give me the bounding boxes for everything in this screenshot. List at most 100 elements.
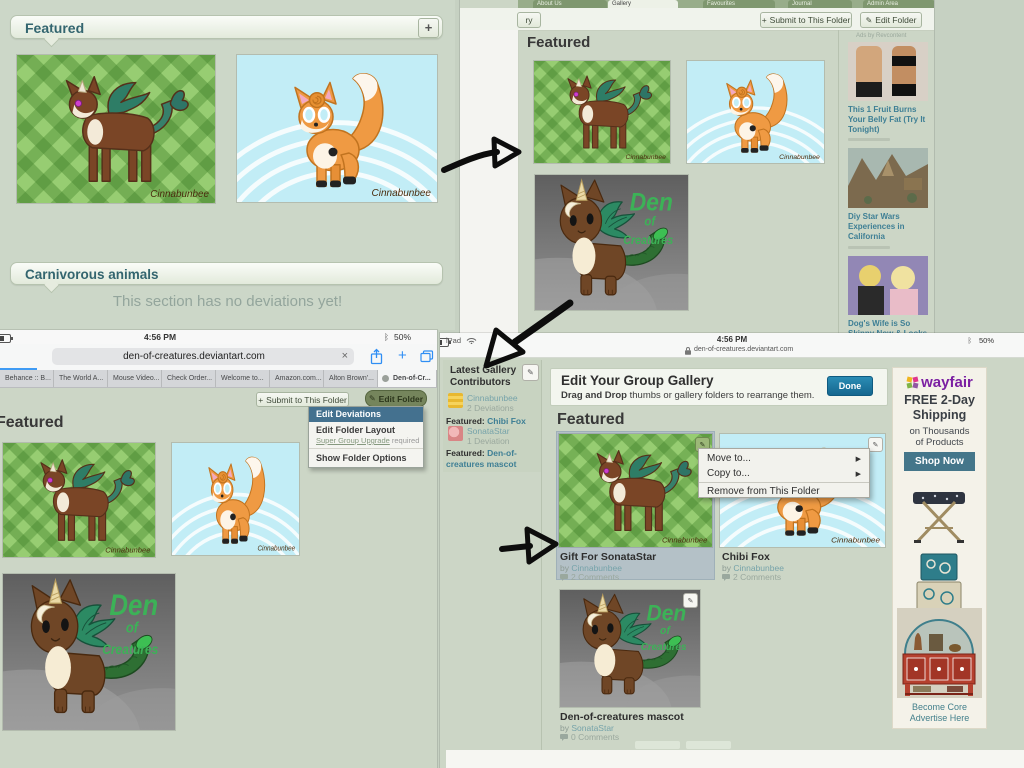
screenshot-top-right: About Us Gallery Favourites Journal Admi… [460, 0, 934, 345]
menu-item-move-to[interactable]: Move to... ▶ [699, 451, 869, 466]
add-folder-button[interactable]: + [418, 18, 439, 38]
edit-deviation-button[interactable]: ✎ [683, 593, 698, 608]
product-console-image [897, 608, 982, 698]
menu-item-remove-from-folder[interactable]: Remove from This Folder [699, 484, 869, 499]
stop-loading-icon[interactable]: × [342, 350, 348, 362]
menu-item-edit-deviations[interactable]: Edit Deviations [309, 407, 423, 422]
carnivorous-section-header[interactable]: Carnivorous animals [10, 262, 443, 285]
featured-deviation-link[interactable]: Chibi Fox [487, 416, 526, 426]
tabs-icon[interactable] [420, 350, 434, 363]
menu-divider [699, 482, 869, 483]
status-bar: 4:56 PM ᛒ 50% [0, 330, 437, 344]
featured-heading: Featured [557, 411, 625, 428]
artwork-chibi-fox[interactable] [172, 443, 299, 555]
edit-folder-button-pressed[interactable]: ✎ Edit Folder [365, 390, 427, 407]
artwork-plaid-creature[interactable] [534, 61, 670, 163]
new-tab-icon[interactable]: + [398, 347, 407, 364]
contributors-panel: Latest Gallery Contributors ✎ Cinnabunbe… [443, 360, 541, 472]
status-time: 4:56 PM [143, 332, 177, 342]
deviation-title[interactable]: Den-of-creatures mascot [560, 711, 684, 723]
wifi-icon [466, 338, 477, 344]
deviation-context-menu: Move to... ▶ Copy to... ▶ Remove from Th… [698, 448, 870, 498]
carnivorous-section-title: Carnivorous animals [25, 267, 159, 282]
address-field[interactable]: den-of-creatures.deviantart.com × [52, 348, 354, 365]
battery-icon [440, 337, 451, 347]
gallery-breadcrumb-stub[interactable]: ry [517, 12, 541, 28]
artwork-plaid-creature[interactable] [559, 434, 712, 547]
plus-icon: + [258, 394, 264, 405]
done-button[interactable]: Done [827, 376, 873, 396]
contributor-name[interactable]: Cinnabunbee [467, 393, 518, 403]
deviation-card-selected[interactable]: ✎ Gift For SonataStar by Cinnabunbee 2 C… [557, 432, 714, 582]
artwork-plaid-creature[interactable] [17, 55, 215, 203]
wayfair-ad[interactable]: wayfair FREE 2-Day Shipping on Thousands… [893, 368, 986, 728]
pencil-icon: ✎ [368, 394, 376, 403]
pagination-stub[interactable] [635, 741, 680, 749]
browser-tab[interactable]: Behance :: B... [0, 370, 54, 387]
share-icon[interactable] [370, 348, 383, 365]
ad-image-fitness[interactable] [848, 42, 928, 101]
edit-contributors-button[interactable]: ✎ [522, 364, 539, 381]
tab-about-us[interactable]: About Us [533, 0, 607, 8]
browser-tab[interactable]: The World A... [54, 370, 108, 387]
plus-icon: + [761, 15, 767, 25]
ad-image-couple[interactable] [848, 256, 928, 315]
wayfair-logo: wayfair [893, 374, 986, 391]
browser-tab[interactable]: Check Order... [162, 370, 216, 387]
menu-item-copy-to[interactable]: Copy to... ▶ [699, 466, 869, 481]
tab-favourites[interactable]: Favourites [703, 0, 775, 8]
ad-line1: FREE 2-Day [904, 393, 975, 407]
pagination-stub[interactable] [686, 741, 731, 749]
deviation-title[interactable]: Gift For SonataStar [560, 551, 656, 563]
screenshot-bottom-left: 4:56 PM ᛒ 50% den-of-creatures.deviantar… [0, 330, 437, 768]
status-battery-percent: 50% [393, 332, 411, 342]
bluetooth-icon: ᛒ [383, 332, 389, 342]
artwork-chibi-fox[interactable] [237, 55, 437, 202]
super-group-upgrade-link[interactable]: Super Group Upgrade [316, 436, 390, 445]
comment-bubble-icon [560, 733, 568, 741]
advertise-footer-line2[interactable]: Advertise Here [893, 713, 986, 723]
tab-journal[interactable]: Journal [788, 0, 852, 8]
featured-section-header[interactable]: Featured + [10, 15, 443, 39]
contributor-name[interactable]: SonataStar [467, 426, 510, 436]
collage-canvas: Cinnabunbee [0, 0, 1024, 768]
ad-headline[interactable]: Diy Star Wars Experiences in California [848, 212, 932, 241]
artwork-den-mascot[interactable] [560, 590, 700, 707]
deviantart-favicon [382, 375, 389, 382]
pencil-icon: ✎ [865, 15, 873, 25]
avatar-cinnabunbee[interactable] [448, 393, 463, 408]
shop-now-button[interactable]: Shop Now [904, 452, 975, 471]
status-bar: iPad 4:56 PM den-of-creatures.deviantart… [440, 333, 1024, 358]
submit-to-folder-button[interactable]: + Submit to This Folder [256, 392, 349, 407]
browser-tab-active[interactable]: Den-of-Cr... [378, 370, 437, 387]
deviation-comments: 2 Comments [722, 572, 781, 582]
avatar-sonatastar[interactable] [448, 426, 463, 441]
ad-image-starwars[interactable] [848, 148, 928, 208]
ad-headline[interactable]: This 1 Fruit Burns Your Belly Fat (Try I… [848, 105, 932, 134]
contributor-featured: Featured: Den-of-creatures mascot [446, 448, 517, 469]
submit-to-folder-button[interactable]: + Submit to This Folder [760, 12, 852, 28]
edit-gallery-title: Edit Your Group Gallery [561, 373, 714, 388]
browser-tab[interactable]: Mouse Video... [108, 370, 162, 387]
artwork-den-mascot[interactable] [535, 175, 688, 310]
pencil-icon: ✎ [872, 441, 879, 449]
browser-tab[interactable]: Welcome to... [216, 370, 270, 387]
browser-tab[interactable]: Amazon.com... [270, 370, 324, 387]
menu-item-edit-folder-layout[interactable]: Edit Folder Layout [316, 425, 395, 435]
tab-gallery[interactable]: Gallery [608, 0, 678, 8]
artwork-plaid-creature[interactable] [3, 443, 155, 557]
featured-heading: Featured [0, 414, 64, 431]
deviation-card[interactable]: ✎ Den-of-creatures mascot by SonataStar … [560, 590, 700, 742]
tab-admin-area[interactable]: Admin Area [863, 0, 934, 8]
artwork-chibi-fox[interactable] [687, 61, 824, 163]
artwork-den-mascot[interactable] [3, 574, 175, 730]
menu-item-show-folder-options[interactable]: Show Folder Options [316, 453, 407, 463]
edit-deviation-button[interactable]: ✎ [868, 437, 883, 452]
deviation-title[interactable]: Chibi Fox [722, 551, 770, 563]
edit-folder-button[interactable]: ✎ Edit Folder [860, 12, 922, 28]
advertise-footer-line1[interactable]: Become Core [893, 702, 986, 712]
browser-tab[interactable]: Alton Brown'... [324, 370, 378, 387]
empty-section-message: This section has no deviations yet! [112, 293, 343, 310]
contributors-title: Latest Gallery Contributors [450, 365, 517, 388]
product-boxes-image [916, 553, 962, 611]
